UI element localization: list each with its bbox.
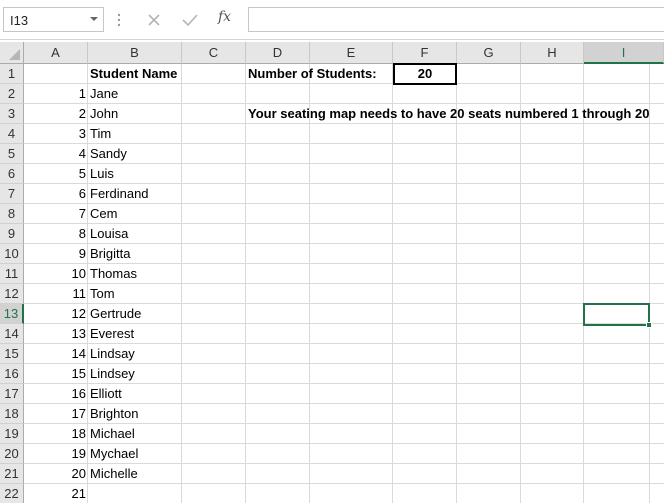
cell-b3[interactable]: John xyxy=(88,104,182,124)
cell-a21[interactable]: 20 xyxy=(24,464,88,484)
cell-a10[interactable]: 9 xyxy=(24,244,88,264)
formula-bar: I13 fx xyxy=(0,0,664,40)
cell-b17[interactable]: Elliott xyxy=(88,384,182,404)
cell-b15[interactable]: Lindsay xyxy=(88,344,182,364)
cell-b14[interactable]: Everest xyxy=(88,324,182,344)
cell-a17[interactable]: 16 xyxy=(24,384,88,404)
cell-a4[interactable]: 3 xyxy=(24,124,88,144)
cell-b5[interactable]: Sandy xyxy=(88,144,182,164)
cell-b16[interactable]: Lindsey xyxy=(88,364,182,384)
cell-b1[interactable]: Student Name xyxy=(88,64,182,84)
name-box[interactable]: I13 xyxy=(3,7,104,32)
more-options-icon xyxy=(117,13,121,27)
column-gridline xyxy=(309,64,310,503)
cell-b9[interactable]: Louisa xyxy=(88,224,182,244)
formula-input[interactable] xyxy=(248,7,664,32)
cell-b10[interactable]: Brigitta xyxy=(88,244,182,264)
column-gridline xyxy=(245,64,246,503)
fill-handle[interactable] xyxy=(646,322,652,328)
cell-b7[interactable]: Ferdinand xyxy=(88,184,182,204)
cell-a13[interactable]: 12 xyxy=(24,304,88,324)
cell-f1[interactable]: 20 xyxy=(393,63,457,85)
insert-function-icon[interactable]: fx xyxy=(218,9,231,25)
cell-b19[interactable]: Michael xyxy=(88,424,182,444)
cell-b11[interactable]: Thomas xyxy=(88,264,182,284)
active-cell-i13[interactable] xyxy=(583,303,650,326)
cell-b21[interactable]: Michelle xyxy=(88,464,182,484)
cell-a15[interactable]: 14 xyxy=(24,344,88,364)
cell-a18[interactable]: 17 xyxy=(24,404,88,424)
cell-b4[interactable]: Tim xyxy=(88,124,182,144)
cell-a14[interactable]: 13 xyxy=(24,324,88,344)
column-gridline xyxy=(456,64,457,503)
name-box-value: I13 xyxy=(10,13,29,28)
cell-a7[interactable]: 6 xyxy=(24,184,88,204)
cell-a16[interactable]: 15 xyxy=(24,364,88,384)
cell-a22[interactable]: 21 xyxy=(24,484,88,503)
cell-a5[interactable]: 4 xyxy=(24,144,88,164)
cell-b6[interactable]: Luis xyxy=(88,164,182,184)
column-gridline xyxy=(392,64,393,503)
cell-d3[interactable]: Your seating map needs to have 20 seats … xyxy=(246,104,649,124)
column-gridline xyxy=(520,64,521,503)
cell-a9[interactable]: 8 xyxy=(24,224,88,244)
cell-a3[interactable]: 2 xyxy=(24,104,88,124)
cell-a2[interactable]: 1 xyxy=(24,84,88,104)
cell-b20[interactable]: Mychael xyxy=(88,444,182,464)
column-gridline xyxy=(649,64,650,503)
cell-area[interactable]: Student Name Number of Students: 20 Your… xyxy=(0,40,664,503)
chevron-down-icon[interactable] xyxy=(89,13,99,25)
cell-a8[interactable]: 7 xyxy=(24,204,88,224)
spreadsheet-grid: ABCDEFGHI 1 2 3 4 5 6 7 8 9 10 11 12 13 14 15 16 17 18 19 2… xyxy=(0,40,664,503)
cell-b12[interactable]: Tom xyxy=(88,284,182,304)
cell-d1[interactable]: Number of Students: xyxy=(246,64,393,84)
enter-check-icon[interactable] xyxy=(181,12,199,28)
cell-b2[interactable]: Jane xyxy=(88,84,182,104)
cell-a11[interactable]: 10 xyxy=(24,264,88,284)
cell-a6[interactable]: 5 xyxy=(24,164,88,184)
cell-a20[interactable]: 19 xyxy=(24,444,88,464)
cell-b13[interactable]: Gertrude xyxy=(88,304,182,324)
cell-a12[interactable]: 11 xyxy=(24,284,88,304)
cell-a19[interactable]: 18 xyxy=(24,424,88,444)
column-gridline xyxy=(583,64,584,503)
cancel-icon[interactable] xyxy=(146,12,162,28)
cell-b18[interactable]: Brighton xyxy=(88,404,182,424)
cell-b8[interactable]: Cem xyxy=(88,204,182,224)
